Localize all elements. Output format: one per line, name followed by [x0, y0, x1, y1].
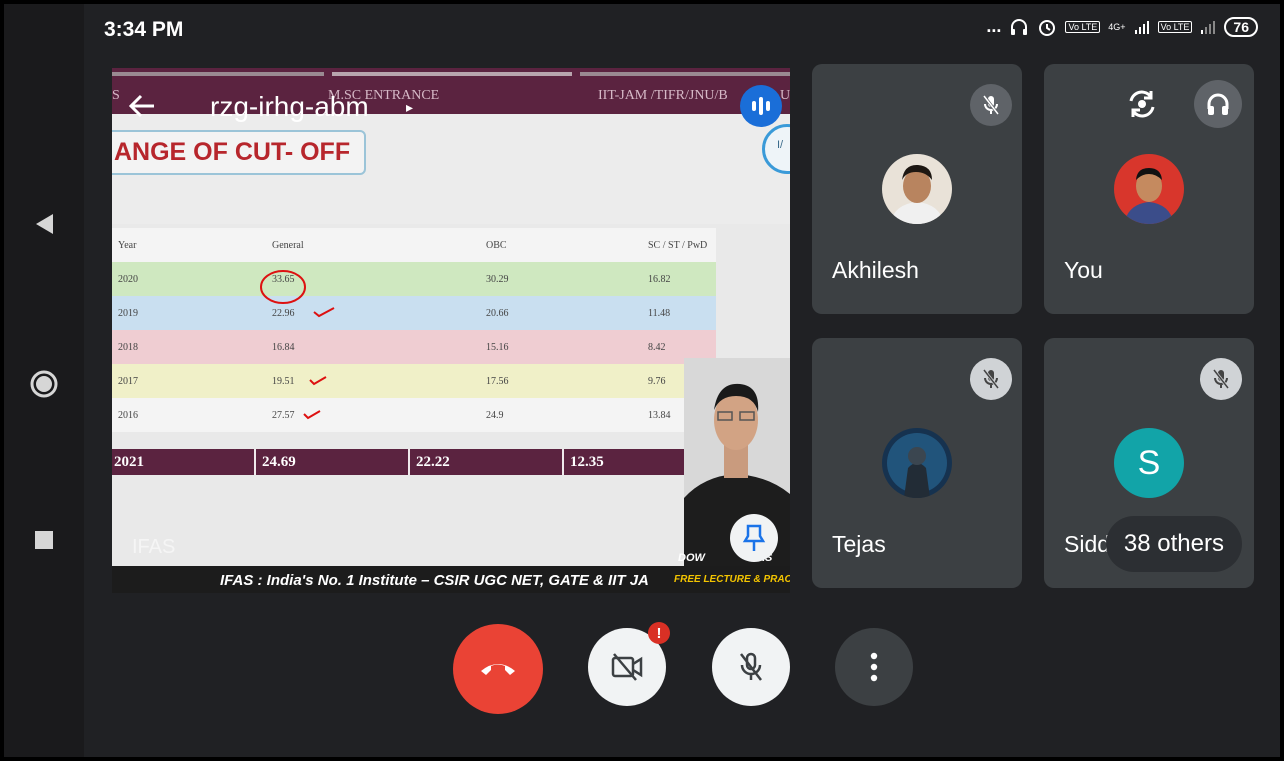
headphones-status-icon — [1011, 18, 1028, 35]
nav-back-button[interactable] — [4, 196, 84, 252]
switch-camera-icon — [1129, 90, 1155, 118]
android-nav-bar — [4, 4, 84, 757]
more-vertical-icon — [870, 652, 878, 682]
ticker-main-text: IFAS : India's No. 1 Institute – CSIR UG… — [220, 572, 649, 589]
alarm-icon — [1039, 19, 1056, 36]
participant-name: Akhilesh — [832, 257, 919, 283]
avatar — [882, 428, 952, 498]
table-row: 2018 16.84 15.16 8.42 — [112, 330, 716, 364]
ifas-watermark: IFAS — [132, 536, 176, 558]
signal-icon-2 — [1201, 20, 1216, 34]
network-type: 4G+ — [1108, 21, 1126, 32]
avatar — [882, 154, 952, 224]
presentation-header-overlay: rzg-irhg-abm ▸ — [112, 68, 790, 148]
volte-badge-2: Vo LTE — [1157, 20, 1193, 33]
more-options-button[interactable] — [835, 628, 913, 706]
annotation-check-icon — [313, 307, 335, 318]
more-dots: ... — [986, 16, 1002, 36]
end-call-icon — [481, 664, 515, 675]
muted-mic-badge — [970, 84, 1012, 126]
cutoff-table: Year General OBC SC / ST / PwD 2020 33.65… — [112, 228, 716, 432]
pin-icon — [742, 524, 766, 551]
pin-button[interactable] — [730, 514, 778, 562]
participant-name: Tejas — [832, 531, 886, 557]
ticker-banner: IFAS : India's No. 1 Institute – CSIR UG… — [112, 566, 790, 593]
status-icons: ... Vo LTE 4G+ Vo LTE 76 — [986, 16, 1258, 37]
avatar — [1114, 154, 1184, 224]
table-header-row: Year General OBC SC / ST / PwD — [112, 228, 716, 262]
avatar: S — [1114, 428, 1184, 498]
camera-warning-badge: ! — [648, 622, 670, 644]
square-recents-icon — [35, 531, 53, 549]
mic-off-icon — [1212, 369, 1230, 389]
participant-tile-tejas[interactable]: Tejas — [812, 338, 1022, 588]
cutoff-highlight-row: 2021 24.69 22.22 12.35 — [112, 449, 716, 475]
table-row: 2016 27.57 24.9 13.84 — [112, 398, 716, 432]
mic-off-icon — [740, 652, 762, 681]
signal-icon-1 — [1134, 20, 1149, 34]
triangle-back-icon — [36, 214, 53, 234]
phone-screen: 3:34 PM ... Vo LTE 4G+ Vo LTE 76 S M.SC … — [4, 4, 1280, 757]
participant-name: You — [1064, 257, 1103, 283]
meeting-code[interactable]: rzg-irhg-abm — [210, 91, 369, 123]
audio-indicator-icon — [740, 85, 782, 127]
nav-recents-button[interactable] — [4, 512, 84, 568]
annotation-check-icon — [303, 410, 321, 420]
volte-badge-1: Vo LTE — [1065, 20, 1101, 33]
participant-tile-you[interactable]: You — [1044, 64, 1254, 314]
annotation-circle-icon — [260, 270, 306, 304]
participant-tile-sidd[interactable]: S Sidd 38 others — [1044, 338, 1254, 588]
audio-output-button[interactable] — [1194, 80, 1242, 128]
end-call-button[interactable] — [453, 624, 543, 714]
muted-mic-badge — [1200, 358, 1242, 400]
circle-home-icon — [30, 370, 58, 398]
battery-indicator: 76 — [1224, 16, 1258, 37]
camera-toggle-button[interactable]: ! — [588, 622, 670, 706]
mic-toggle-button[interactable] — [712, 628, 790, 706]
camera-off-icon — [611, 653, 643, 681]
switch-camera-button[interactable] — [1118, 80, 1166, 128]
table-row: 2020 33.65 30.29 16.82 — [112, 262, 716, 296]
nav-home-button[interactable] — [4, 356, 84, 412]
participant-name: Sidd — [1064, 531, 1111, 557]
others-count-chip[interactable]: 38 others — [1105, 516, 1242, 572]
muted-mic-badge — [970, 358, 1012, 400]
status-bar: 3:34 PM ... Vo LTE 4G+ Vo LTE 76 — [84, 4, 1280, 54]
avatar-initial: S — [1137, 443, 1161, 482]
mic-off-icon — [982, 95, 1000, 115]
table-row: 2017 19.51 17.56 9.76 — [112, 364, 716, 398]
back-arrow-icon[interactable] — [124, 88, 160, 124]
ticker-side-text: FREE LECTURE & PRACTICE — [674, 574, 790, 585]
participant-tile-akhilesh[interactable]: Akhilesh — [812, 64, 1022, 314]
presentation-view[interactable]: S M.SC ENTRANCE IIT-JAM /TIFR/JNU/B U AN… — [112, 68, 790, 593]
table-row: 2019 22.96 20.66 11.48 — [112, 296, 716, 330]
mic-off-icon — [982, 369, 1000, 389]
annotation-check-icon — [309, 376, 327, 386]
headphones-icon — [1207, 93, 1229, 115]
clock: 3:34 PM — [104, 18, 184, 41]
meeting-code-caret[interactable]: ▸ — [406, 99, 413, 116]
